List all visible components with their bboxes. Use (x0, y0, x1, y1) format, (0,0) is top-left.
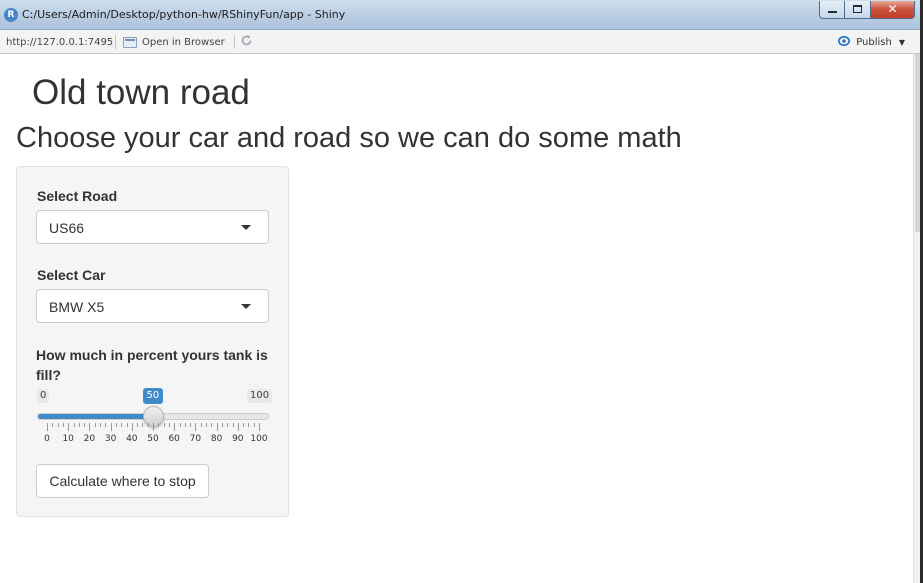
slider-major-tick (216, 423, 218, 431)
slider-minor-tick (221, 423, 223, 427)
close-button[interactable]: ✕ (871, 1, 915, 19)
slider-tick-label: 70 (189, 434, 202, 444)
slider-major-tick (153, 423, 154, 431)
slider-minor-tick (62, 423, 64, 427)
car-select-value: BMW X5 (49, 299, 105, 315)
slider-major-tick (89, 423, 91, 431)
slider-minor-tick (232, 423, 234, 427)
slider-major-tick (237, 423, 239, 431)
slider-minor-tick (57, 423, 59, 427)
slider-minor-tick (84, 423, 86, 427)
maximize-icon (853, 5, 862, 13)
slider-tick-label: 90 (232, 434, 244, 444)
slider-tick-label: 100 (250, 434, 268, 444)
slider-major-tick (110, 423, 112, 431)
slider-minor-tick (168, 423, 170, 427)
tank-slider-label: How much in percent yours tank is fill? (36, 347, 268, 383)
window-controls: ✕ (819, 1, 915, 19)
slider-major-tick (174, 423, 176, 431)
slider-minor-tick (200, 423, 202, 427)
caret-down-icon (241, 225, 251, 230)
viewer-toolbar: http://127.0.0.1:7495 Open in Browser Pu… (0, 30, 923, 54)
minimize-icon (828, 11, 837, 13)
slider-minor-tick (227, 423, 229, 427)
slider-major-tick (68, 423, 70, 431)
slider-minor-tick (158, 423, 160, 427)
window-title: C:/Users/Admin/Desktop/python-hw/RShinyF… (22, 8, 346, 21)
publish-label: Publish (856, 37, 892, 48)
publish-icon (837, 35, 851, 50)
slider-minor-tick (190, 423, 192, 427)
slider-minor-tick (248, 423, 250, 427)
page-title: Old town road (32, 73, 250, 112)
slider-major-tick (131, 423, 133, 431)
slider-minor-tick (52, 423, 54, 427)
slider-minor-tick (243, 423, 245, 427)
slider-minor-tick (73, 423, 75, 427)
browser-window-icon (123, 37, 137, 48)
slider-minor-tick (100, 423, 101, 427)
slider-minor-tick (163, 423, 165, 427)
slider-minor-tick (94, 423, 96, 427)
slider-minor-tick (147, 423, 149, 427)
slider-value-label: 50 (142, 388, 164, 404)
slider-minor-tick (126, 423, 128, 427)
slider-major-tick (195, 423, 197, 431)
page-subtitle: Choose your car and road so we can do so… (16, 122, 682, 154)
slider-tick-label: 60 (168, 434, 180, 444)
slider-tick-label: 50 (147, 434, 159, 444)
slider-minor-tick (206, 423, 207, 427)
car-select[interactable]: BMW X5 (36, 289, 269, 323)
slider-minor-tick (142, 423, 144, 427)
slider-minor-tick (253, 423, 255, 427)
slider-minor-tick (184, 423, 186, 427)
r-logo-icon: R (4, 8, 18, 22)
slider-minor-tick (115, 423, 117, 427)
refresh-icon[interactable] (240, 34, 253, 51)
slider-grid: 0 10 20 30 40 50 60 70 80 90 100 (44, 423, 268, 445)
slider-minor-tick (78, 423, 80, 427)
slider-major-tick (259, 423, 260, 431)
road-select[interactable]: US66 (36, 210, 269, 244)
car-select-label: Select Car (37, 267, 106, 283)
slider-tick-label: 40 (126, 434, 138, 444)
slider-minor-tick (211, 423, 213, 427)
window-titlebar[interactable]: R C:/Users/Admin/Desktop/python-hw/RShin… (0, 0, 923, 30)
close-icon: ✕ (887, 2, 898, 16)
road-select-value: US66 (49, 220, 85, 236)
publish-button[interactable]: Publish ▼ (837, 35, 905, 50)
refresh-icon-graphic (241, 35, 252, 46)
minimize-button[interactable] (819, 1, 845, 19)
slider-minor-tick (105, 423, 107, 427)
sidebar-panel: Select Road US66 Select Car BMW X5 How m… (16, 166, 289, 517)
slider-minor-tick (121, 423, 123, 427)
road-select-label: Select Road (37, 188, 118, 204)
slider-tick-label: 10 (62, 434, 74, 444)
slider-tick-label: 30 (104, 434, 117, 444)
calculate-button[interactable]: Calculate where to stop (36, 464, 209, 498)
maximize-button[interactable] (845, 1, 871, 19)
slider-minor-tick (137, 423, 139, 427)
open-in-browser-button[interactable]: Open in Browser (123, 35, 225, 50)
open-in-browser-label: Open in Browser (142, 37, 225, 48)
toolbar-separator (115, 35, 116, 49)
publish-icon-graphic (838, 35, 851, 47)
slider-tick-label: 0 (44, 434, 50, 444)
slider-tick-label: 20 (83, 434, 96, 444)
slider-minor-tick (179, 423, 181, 427)
chevron-down-icon[interactable]: ▼ (899, 38, 905, 47)
tank-slider-fill (38, 414, 154, 419)
url-text[interactable]: http://127.0.0.1:7495 (6, 37, 113, 48)
slider-major-tick (47, 423, 48, 431)
slider-tick-label: 80 (210, 434, 223, 444)
slider-min-label: 0 (37, 389, 50, 403)
slider-max-label: 100 (247, 389, 273, 403)
toolbar-separator (234, 35, 235, 49)
caret-down-icon (241, 304, 251, 309)
